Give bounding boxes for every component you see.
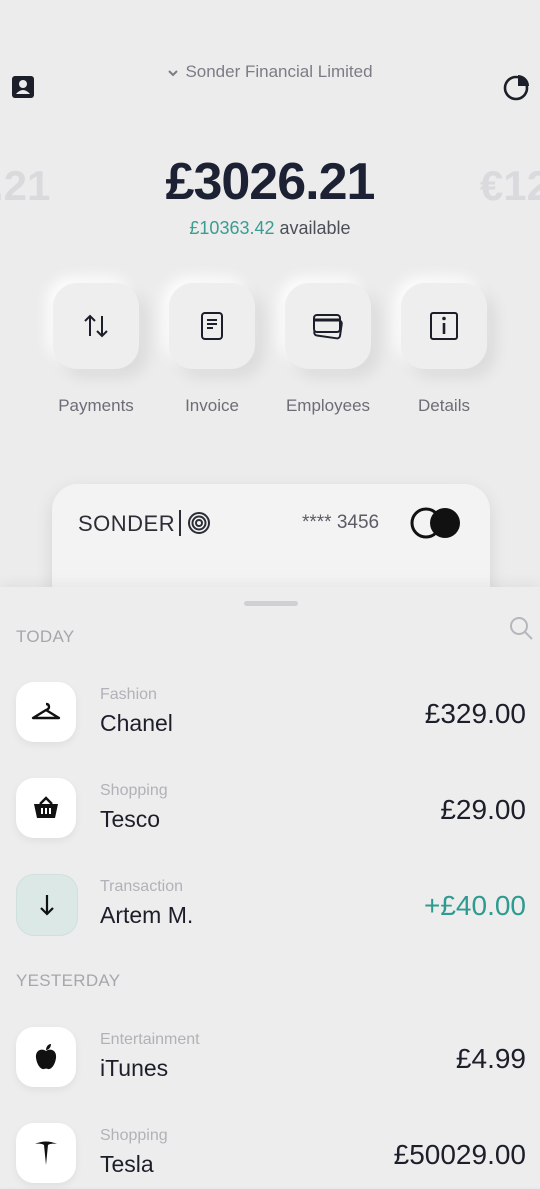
hanger-icon — [16, 682, 76, 742]
tesla-icon — [16, 1123, 76, 1183]
transaction-row[interactable]: Transaction Artem M. +£40.00 — [0, 874, 540, 940]
mastercard-logo-icon — [410, 507, 460, 539]
employees-label: Employees — [285, 396, 371, 415]
payments-label: Payments — [58, 396, 134, 415]
cards-icon — [313, 314, 343, 340]
arrow-down-icon — [16, 874, 78, 936]
pie-chart-icon[interactable] — [502, 72, 532, 102]
invoice-button[interactable] — [169, 283, 255, 369]
transaction-amount: £4.99 — [455, 1043, 526, 1074]
available-label: available — [279, 218, 351, 238]
next-account-balance[interactable]: €12 — [480, 162, 540, 210]
available-balance: £10363.42 available — [0, 218, 540, 239]
transaction-category: Entertainment — [100, 1031, 200, 1048]
transaction-name: Artem M. — [100, 902, 194, 928]
chevron-down-icon — [168, 69, 179, 76]
transaction-row[interactable]: Fashion Chanel £329.00 — [0, 682, 540, 748]
available-amount: £10363.42 — [189, 218, 275, 238]
info-icon — [430, 312, 458, 340]
search-icon[interactable] — [508, 615, 534, 641]
card-brand: SONDER — [78, 510, 211, 537]
arrows-up-down-icon — [84, 314, 108, 338]
card-number: **** 3456 — [302, 512, 380, 533]
details-label: Details — [418, 396, 470, 415]
transaction-amount: £29.00 — [440, 794, 526, 825]
employees-button[interactable] — [285, 283, 371, 369]
transaction-amount: £329.00 — [424, 698, 526, 729]
apple-icon — [16, 1027, 76, 1087]
transaction-row[interactable]: Shopping Tesco £29.00 — [0, 778, 540, 844]
transaction-category: Transaction — [100, 878, 183, 895]
transaction-category: Shopping — [100, 1127, 168, 1144]
invoice-document-icon — [201, 312, 223, 340]
transaction-amount: £50029.00 — [393, 1139, 526, 1170]
payments-button[interactable] — [53, 283, 139, 369]
section-yesterday: YESTERDAY — [16, 971, 121, 990]
organization-selector[interactable]: Sonder Financial Limited — [0, 62, 540, 82]
card-brand-name: SONDER — [78, 511, 176, 536]
transaction-row[interactable]: Shopping Tesla £50029.00 — [0, 1123, 540, 1189]
transaction-name: Chanel — [100, 710, 173, 736]
transaction-name: Tesco — [100, 806, 161, 832]
transaction-amount: +£40.00 — [424, 890, 526, 921]
sheet-drag-handle[interactable] — [244, 601, 298, 606]
transaction-name: iTunes — [100, 1055, 169, 1081]
organization-name: Sonder Financial Limited — [185, 62, 373, 81]
transactions-sheet: TODAY Fashion Chanel £329.00 Shopping Te… — [0, 587, 540, 1187]
transaction-name: Tesla — [100, 1151, 154, 1177]
transaction-category: Shopping — [100, 782, 168, 799]
transaction-category: Fashion — [100, 686, 157, 703]
section-today: TODAY — [16, 627, 75, 646]
account-balance: £3026.21 — [165, 153, 376, 211]
invoice-label: Invoice — [185, 396, 239, 415]
transaction-row[interactable]: Entertainment iTunes £4.99 — [0, 1027, 540, 1093]
sonder-logo-icon — [188, 512, 211, 534]
basket-icon — [16, 778, 76, 838]
details-button[interactable] — [401, 283, 487, 369]
